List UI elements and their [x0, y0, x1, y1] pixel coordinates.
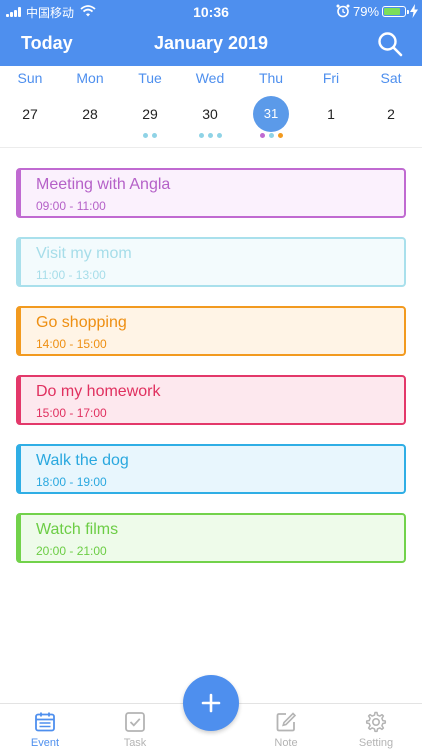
- search-icon[interactable]: [376, 30, 404, 58]
- event-card[interactable]: Do my homework 15:00 - 17:00: [16, 375, 406, 425]
- day-number: 28: [82, 106, 98, 122]
- tab-event[interactable]: Event: [0, 704, 90, 750]
- nav-bar: Today January 2019: [0, 24, 422, 66]
- battery-level: [384, 8, 400, 15]
- event-time: 20:00 - 21:00: [36, 544, 107, 558]
- battery-icon: [382, 6, 409, 17]
- page-title: January 2019: [153, 33, 269, 53]
- event-title: Go shopping: [36, 314, 127, 331]
- battery-percent: 79%: [353, 4, 380, 19]
- event-dot: [268, 133, 274, 138]
- tab-label: Note: [274, 737, 298, 749]
- tab-label: Task: [123, 737, 147, 749]
- status-bar: 中国移动 10:36 79%: [0, 0, 422, 24]
- event-dot: [259, 133, 265, 138]
- day-cell[interactable]: Mon 28: [60, 66, 120, 148]
- event-dots: [180, 133, 240, 139]
- alarm-icon: [336, 4, 350, 18]
- day-number: 29: [142, 106, 158, 122]
- day-cell[interactable]: Sun 27: [0, 66, 60, 148]
- weekday-label: Wed: [195, 70, 225, 86]
- event-card[interactable]: Watch films 20:00 - 21:00: [16, 513, 406, 563]
- event-title: Do my homework: [36, 383, 161, 400]
- event-dot: [207, 133, 213, 138]
- charging-icon: [410, 4, 418, 18]
- weekday-label: Sun: [17, 70, 43, 86]
- event-dot: [198, 133, 204, 138]
- day-number: 27: [22, 106, 38, 122]
- tab-note[interactable]: Note: [241, 704, 331, 750]
- weekday-label: Sat: [380, 70, 402, 86]
- calendar-icon: [35, 712, 55, 732]
- event-dots: [120, 133, 180, 139]
- event-dots: [0, 133, 60, 139]
- day-cell[interactable]: Thu 31: [241, 66, 301, 148]
- plus-icon: [201, 693, 221, 713]
- edit-icon: [276, 712, 297, 732]
- event-card[interactable]: Walk the dog 18:00 - 19:00: [16, 444, 406, 494]
- event-time: 11:00 - 13:00: [36, 268, 106, 282]
- tab-label: Event: [30, 737, 60, 749]
- gear-icon: [365, 711, 387, 733]
- event-time: 18:00 - 19:00: [36, 475, 107, 489]
- tab-label: Setting: [358, 737, 394, 749]
- day-cell[interactable]: Tue 29: [120, 66, 180, 148]
- tab-setting[interactable]: Setting: [331, 704, 421, 750]
- event-card[interactable]: Visit my mom 11:00 - 13:00: [16, 237, 406, 287]
- tab-task[interactable]: Task: [90, 704, 180, 750]
- event-time: 09:00 - 11:00: [36, 199, 106, 213]
- header: 中国移动 10:36 79% Today January 2019: [0, 0, 422, 66]
- event-dots: [361, 133, 421, 139]
- event-dot: [277, 133, 283, 138]
- weekday-label: Tue: [138, 70, 162, 86]
- week-strip: Sun 27 Mon 28 Tue 29 Wed 30 Thu 31 Fri 1…: [0, 66, 422, 148]
- event-time: 15:00 - 17:00: [36, 406, 107, 420]
- weekday-label: Fri: [322, 70, 340, 86]
- day-number: 2: [387, 106, 395, 122]
- event-title: Meeting with Angla: [36, 176, 171, 193]
- event-title: Visit my mom: [36, 245, 132, 262]
- event-dot: [152, 133, 157, 138]
- day-cell[interactable]: Fri 1: [301, 66, 361, 148]
- event-dots: [241, 133, 301, 139]
- day-cell[interactable]: Wed 30: [180, 66, 240, 148]
- checkbox-icon: [125, 712, 145, 732]
- event-card[interactable]: Meeting with Angla 09:00 - 11:00: [16, 168, 406, 218]
- add-event-button[interactable]: [183, 675, 239, 731]
- day-number: 31: [253, 96, 289, 132]
- event-list: Meeting with Angla 09:00 - 11:00 Visit m…: [16, 168, 406, 582]
- weekday-label: Thu: [258, 70, 284, 86]
- event-title: Walk the dog: [36, 452, 129, 469]
- event-dot: [143, 133, 148, 138]
- event-card[interactable]: Go shopping 14:00 - 15:00: [16, 306, 406, 356]
- event-title: Watch films: [36, 521, 119, 538]
- event-dots: [60, 133, 120, 139]
- day-number: 1: [327, 106, 335, 122]
- weekday-label: Mon: [76, 70, 104, 86]
- event-time: 14:00 - 15:00: [36, 337, 107, 351]
- day-number: 30: [202, 106, 218, 122]
- event-dot: [216, 133, 222, 138]
- event-dots: [301, 133, 361, 139]
- day-cell[interactable]: Sat 2: [361, 66, 421, 148]
